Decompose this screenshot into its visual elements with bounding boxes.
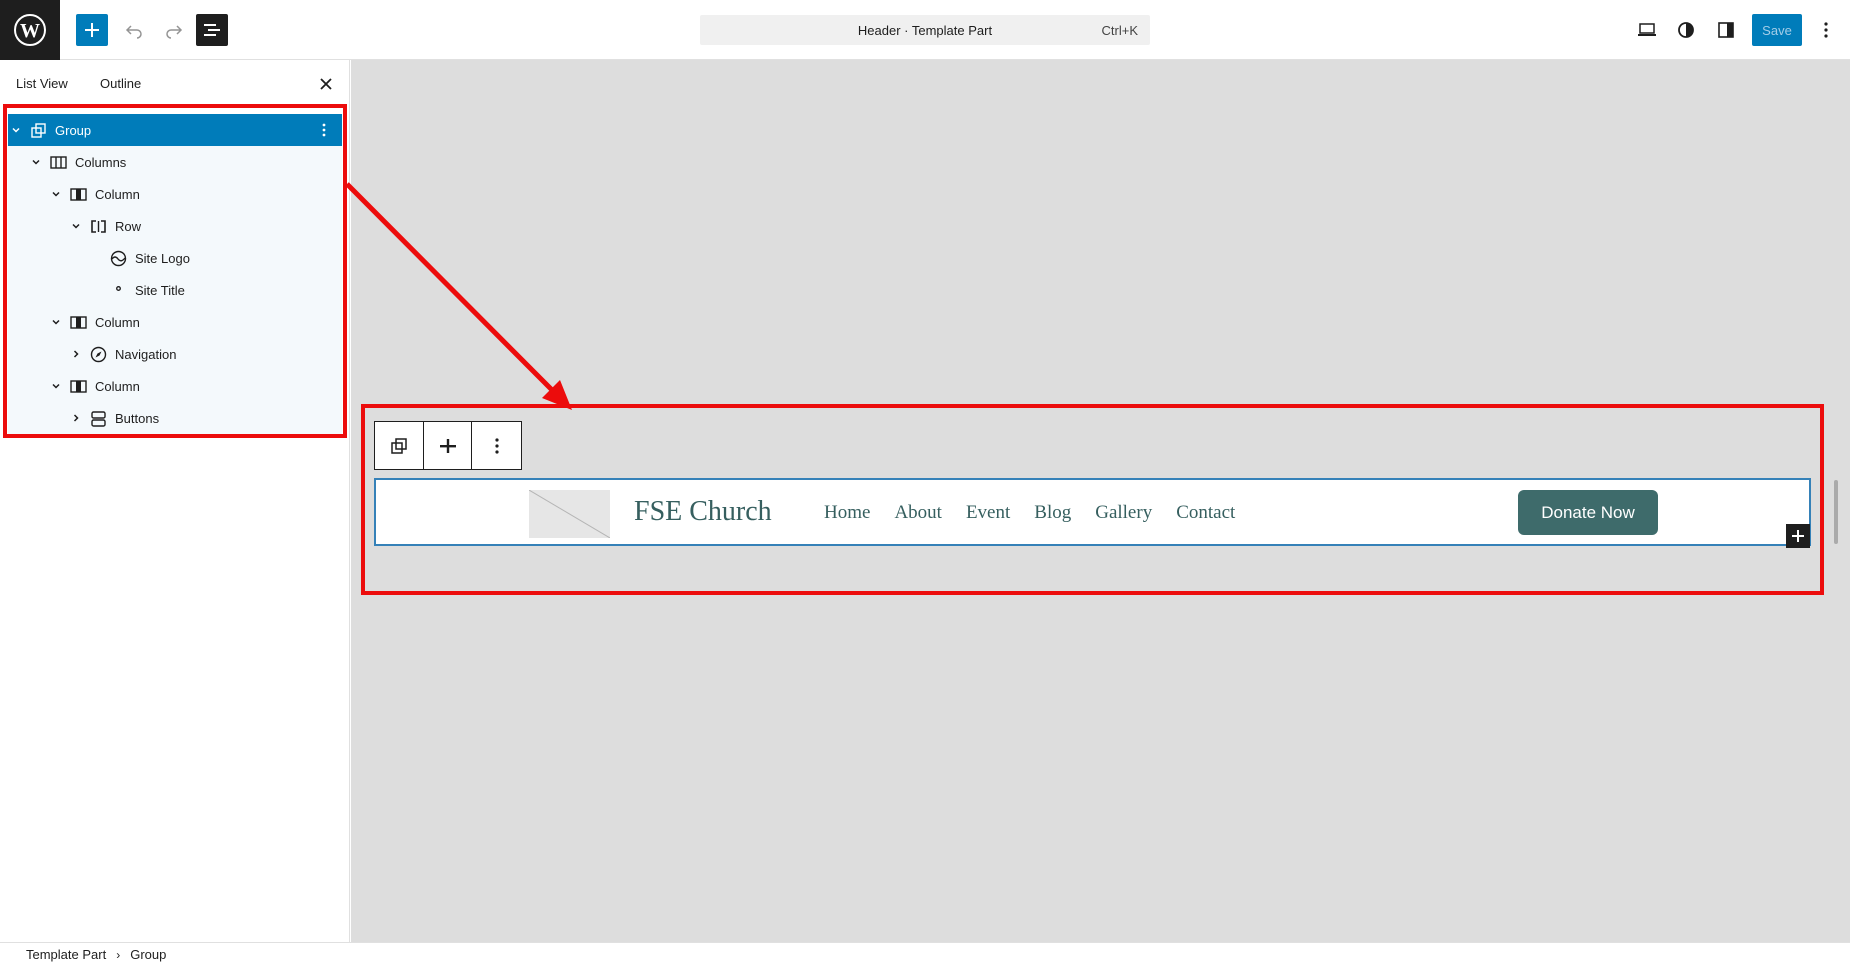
annotation-box-canvas [361, 404, 1824, 595]
vertical-ellipsis-icon [1824, 22, 1828, 38]
device-preview-button[interactable] [1631, 14, 1663, 46]
annotation-box-list-view [3, 104, 347, 438]
document-overview-button[interactable] [196, 14, 228, 46]
chevron-right-icon: › [116, 947, 121, 962]
contrast-icon [1678, 22, 1694, 38]
sidebar-tabs: List View Outline [0, 60, 349, 108]
template-title: Header · Template Part [857, 22, 993, 38]
wordpress-icon: W [14, 14, 46, 46]
undo-icon [125, 25, 142, 39]
resize-handle[interactable] [1834, 480, 1838, 544]
svg-text:W: W [20, 20, 40, 42]
options-button[interactable] [1812, 14, 1840, 46]
tab-outline[interactable]: Outline [100, 76, 141, 91]
settings-sidebar-button[interactable] [1710, 14, 1742, 46]
close-icon [320, 78, 332, 90]
redo-icon [166, 25, 183, 39]
list-view-icon [204, 24, 220, 36]
wordpress-logo-button[interactable]: W [0, 0, 60, 60]
block-inserter-button[interactable] [76, 14, 108, 46]
redo-button[interactable] [158, 14, 190, 46]
close-sidebar-button[interactable] [316, 74, 336, 94]
breadcrumb-group[interactable]: Group [130, 947, 166, 962]
desktop-icon [1638, 23, 1656, 36]
editor-top-bar: W Header · Template Part Ctrl+K Save [0, 0, 1850, 60]
plus-icon [85, 23, 99, 37]
block-breadcrumb: Template Part › Group [0, 942, 1850, 966]
undo-button[interactable] [118, 14, 150, 46]
command-palette-button[interactable]: Header · Template Part Ctrl+K [700, 15, 1150, 45]
styles-button[interactable] [1670, 14, 1702, 46]
command-shortcut: Ctrl+K [1101, 23, 1138, 38]
tab-list-view[interactable]: List View [16, 76, 68, 91]
sidebar-icon [1718, 22, 1734, 38]
breadcrumb-template-part[interactable]: Template Part [26, 947, 106, 962]
save-button[interactable]: Save [1752, 14, 1802, 46]
